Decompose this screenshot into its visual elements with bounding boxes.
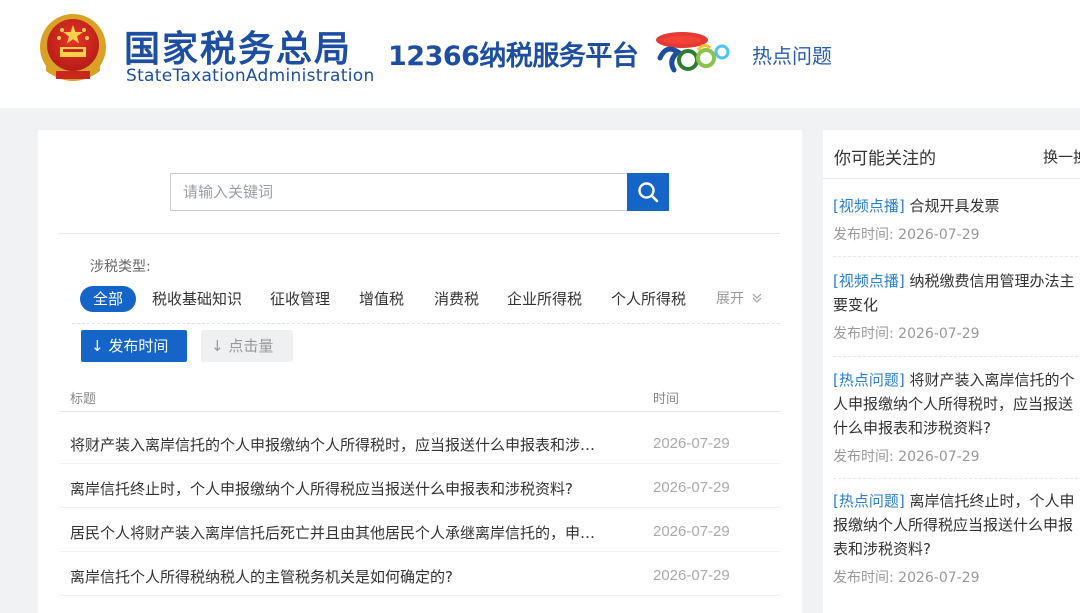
divider: [833, 356, 1080, 357]
item-tag: [视频点播]: [833, 197, 905, 215]
double-chevron-down-icon: [752, 293, 762, 303]
date-value: 2026-07-29: [898, 326, 980, 342]
sort-by-clicks-button[interactable]: ↓ 点击量: [201, 330, 293, 362]
recommend-item[interactable]: [视频点播] 纳税缴费信用管理办法主要变化 发布时间: 2026-07-29: [833, 269, 1080, 343]
search-button[interactable]: [627, 173, 669, 211]
divider: [72, 323, 780, 324]
arrow-down-icon: ↓: [91, 337, 104, 355]
date-prefix: 发布时间:: [833, 449, 894, 465]
row-date: 2026-07-29: [653, 567, 730, 584]
recommend-item-text: [视频点播] 合规开具发票: [833, 194, 1080, 218]
12366-logo-icon: [656, 32, 730, 73]
filter-chip-personal-income[interactable]: 个人所得税: [611, 286, 686, 312]
row-title: 居民个人将财产装入离岸信托后死亡并且由其他居民个人承继离岸信托的，申…: [70, 524, 596, 542]
table-header: 标题 时间: [60, 376, 780, 412]
item-tag: [热点问题]: [833, 371, 905, 389]
divider: [58, 233, 780, 234]
recommend-item-text: [热点问题] 离岸信托终止时，个人申报缴纳个人所得税应当报送什么申报表和涉税资料…: [833, 489, 1080, 561]
row-title: 离岸信托个人所得税纳税人的主管税务机关是如何确定的?: [70, 568, 453, 586]
column-title: 标题: [70, 392, 97, 407]
divider: [833, 256, 1080, 257]
recommend-item[interactable]: [视频点播] 合规开具发票 发布时间: 2026-07-29: [833, 194, 1080, 244]
expand-label: 展开: [716, 291, 744, 307]
search-input[interactable]: [171, 174, 627, 210]
national-emblem-icon: [40, 14, 106, 81]
site-header: 国家税务总局 StateTaxationAdministration 12366…: [0, 0, 1080, 108]
recommend-panel: 你可能关注的 换一换 [视频点播] 合规开具发票 发布时间: 2026-07-2…: [823, 130, 1080, 613]
main-panel: 涉税类型: 全部 税收基础知识 征收管理 增值税 消费税 企业所得税 个人所得税…: [38, 130, 802, 613]
item-date: 发布时间: 2026-07-29: [833, 224, 1080, 244]
service-platform-title: 12366纳税服务平台: [388, 41, 639, 72]
filter-chip-corporate-income[interactable]: 企业所得税: [507, 286, 582, 312]
recommend-item[interactable]: [热点问题] 将财产装入离岸信托的个人申报缴纳个人所得税时，应当报送什么申报表和…: [833, 368, 1080, 466]
table-row[interactable]: 离岸信托个人所得税纳税人的主管税务机关是如何确定的? 2026-07-29: [60, 552, 780, 596]
divider: [833, 478, 1080, 479]
date-prefix: 发布时间:: [833, 326, 894, 342]
row-date: 2026-07-29: [653, 523, 730, 540]
item-date: 发布时间: 2026-07-29: [833, 446, 1080, 466]
arrow-down-icon: ↓: [211, 337, 224, 355]
refresh-button[interactable]: 换一换: [1043, 146, 1080, 167]
item-tag: [热点问题]: [833, 492, 905, 510]
date-prefix: 发布时间:: [833, 570, 894, 586]
hot-questions-link[interactable]: 热点问题: [752, 40, 832, 69]
recommend-title: 你可能关注的: [834, 149, 936, 169]
filter-chip-all[interactable]: 全部: [80, 286, 137, 312]
filter-chip-vat[interactable]: 增值税: [359, 286, 404, 312]
divider: [823, 178, 1080, 179]
item-date: 发布时间: 2026-07-29: [833, 567, 1080, 587]
date-value: 2026-07-29: [898, 570, 980, 586]
expand-button[interactable]: 展开: [716, 286, 763, 312]
tax-type-label: 涉税类型:: [90, 259, 151, 275]
recommend-item[interactable]: [热点问题] 离岸信托终止时，个人申报缴纳个人所得税应当报送什么申报表和涉税资料…: [833, 489, 1080, 587]
item-title: 合规开具发票: [909, 197, 1000, 215]
item-tag: [视频点播]: [833, 272, 905, 290]
filter-chip-consumption[interactable]: 消费税: [434, 286, 479, 312]
sort-by-publish-time-button[interactable]: ↓ 发布时间: [81, 330, 187, 362]
date-prefix: 发布时间:: [833, 227, 894, 243]
search-box: [170, 173, 628, 211]
row-title: 离岸信托终止时，个人申报缴纳个人所得税应当报送什么申报表和涉税资料?: [70, 480, 573, 498]
tax-type-filter: 全部 税收基础知识 征收管理 增值税 消费税 企业所得税 个人所得税 展开: [80, 286, 780, 312]
date-value: 2026-07-29: [898, 449, 980, 465]
brand-name-en: StateTaxationAdministration: [126, 66, 375, 86]
sort-label: 发布时间: [108, 337, 169, 355]
table-row[interactable]: 居民个人将财产装入离岸信托后死亡并且由其他居民个人承继离岸信托的，申… 2026…: [60, 508, 780, 552]
filter-chip-collection[interactable]: 征收管理: [270, 286, 330, 312]
column-time: 时间: [653, 392, 680, 407]
row-title: 将财产装入离岸信托的个人申报缴纳个人所得税时，应当报送什么申报表和涉…: [70, 436, 596, 454]
brand-name-cn: 国家税务总局: [124, 29, 353, 70]
row-date: 2026-07-29: [653, 435, 730, 452]
table-row[interactable]: 将财产装入离岸信托的个人申报缴纳个人所得税时，应当报送什么申报表和涉… 2026…: [60, 420, 780, 464]
date-value: 2026-07-29: [898, 227, 980, 243]
row-date: 2026-07-29: [653, 479, 730, 496]
sort-label: 点击量: [228, 337, 274, 355]
table-row[interactable]: 离岸信托终止时，个人申报缴纳个人所得税应当报送什么申报表和涉税资料? 2026-…: [60, 464, 780, 508]
search-icon: [638, 182, 659, 203]
filter-chip-basic[interactable]: 税收基础知识: [152, 286, 242, 312]
recommend-item-text: [视频点播] 纳税缴费信用管理办法主要变化: [833, 269, 1080, 317]
item-date: 发布时间: 2026-07-29: [833, 323, 1080, 343]
recommend-item-text: [热点问题] 将财产装入离岸信托的个人申报缴纳个人所得税时，应当报送什么申报表和…: [833, 368, 1080, 440]
